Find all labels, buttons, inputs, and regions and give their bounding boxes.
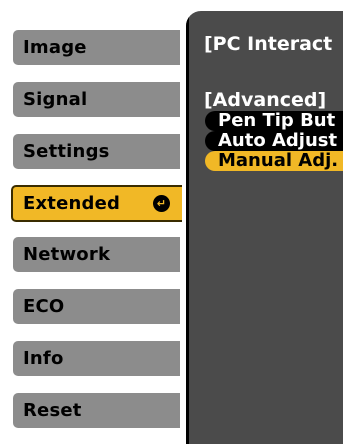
menu-item-label: Image — [23, 37, 87, 58]
menu-item-label: Signal — [23, 89, 88, 110]
menu-item-image[interactable]: Image — [13, 30, 180, 65]
menu-item-label: Reset — [23, 400, 82, 421]
menu-item-label: Network — [23, 244, 111, 265]
panel-title: [PC Interact — [204, 33, 333, 55]
option-auto-adjust[interactable]: Auto Adjust — [205, 131, 343, 151]
panel-divider — [186, 11, 189, 444]
menu-item-label: Extended — [23, 193, 121, 214]
menu-item-label: Info — [23, 348, 64, 369]
menu-item-eco[interactable]: ECO — [13, 289, 180, 324]
option-manual-adjust[interactable]: Manual Adj. — [205, 151, 343, 171]
menu-item-network[interactable]: Network — [13, 237, 180, 272]
menu-item-settings[interactable]: Settings — [13, 134, 180, 169]
menu-item-signal[interactable]: Signal — [13, 82, 180, 117]
menu-item-label: ECO — [23, 296, 65, 317]
option-pen-tip-button[interactable]: Pen Tip But — [205, 111, 343, 131]
menu-item-label: Settings — [23, 141, 110, 162]
submenu-panel: [PC Interact [Advanced] Pen Tip But Auto… — [186, 11, 343, 444]
menu-item-info[interactable]: Info — [13, 341, 180, 376]
enter-icon: ↵ — [153, 195, 170, 212]
section-label-advanced: [Advanced] — [204, 89, 327, 111]
main-menu-sidebar: Image Signal Settings Extended ↵ Network… — [0, 0, 186, 444]
menu-item-extended[interactable]: Extended ↵ — [11, 185, 182, 222]
menu-item-reset[interactable]: Reset — [13, 393, 180, 428]
